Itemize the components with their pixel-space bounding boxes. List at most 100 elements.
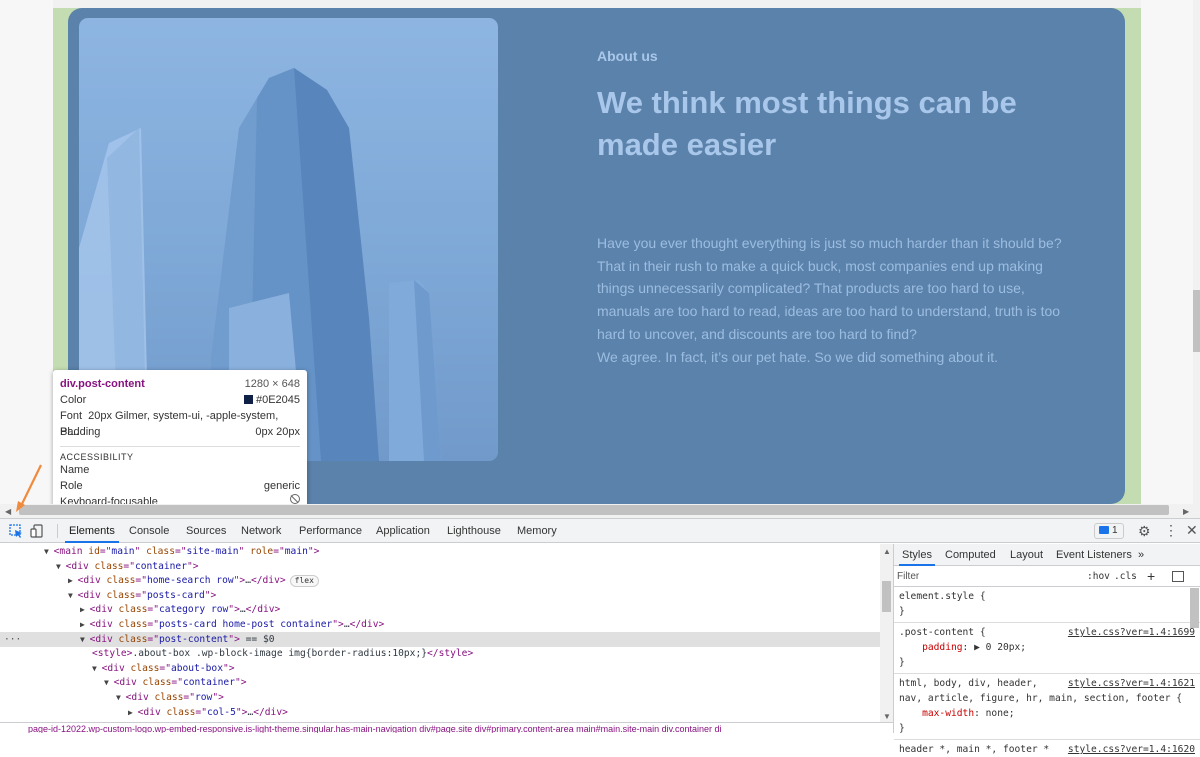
new-style-rule-icon[interactable]: + (1147, 568, 1155, 584)
node-actions-icon[interactable]: ··· (4, 632, 21, 647)
dom-node-line[interactable]: ▼ <div class="container"> (0, 559, 880, 574)
expand-triangle-icon[interactable]: ▶ (128, 708, 138, 717)
dom-token: "> (212, 692, 224, 703)
dom-token: <style> (92, 648, 133, 660)
stylesheet-link[interactable]: style.css?ver=1.4:1621 (1068, 676, 1195, 691)
tab-computed[interactable]: Computed (945, 544, 996, 566)
dom-node-line[interactable]: ▶ <div class="col-5">…</div> (0, 705, 880, 720)
annotation-arrow-icon (16, 464, 42, 512)
stylesheet-link[interactable]: style.css?ver=1.4:1620 (1068, 742, 1195, 757)
more-options-icon[interactable]: ⋮ (1164, 523, 1178, 537)
style-rule[interactable]: html, body, div, header, nav, article, fi… (899, 676, 1195, 736)
tab-event-listeners[interactable]: Event Listeners (1056, 544, 1132, 566)
styles-pane: Styles Computed Layout Event Listeners »… (893, 544, 1200, 755)
styles-scrollbar-thumb[interactable] (1190, 588, 1199, 628)
dom-node-line[interactable]: ··· ▼ <div class="post-content"> == $0 (0, 631, 880, 647)
tab-elements[interactable]: Elements (65, 519, 119, 543)
scroll-down-icon[interactable]: ▼ (883, 712, 891, 721)
inspect-element-icon[interactable] (9, 524, 23, 538)
inspect-tooltip: div.post-content 1280 × 648 Color #0E204… (53, 370, 307, 517)
expand-triangle-icon[interactable]: ▶ (80, 605, 90, 614)
toggle-sidebar-icon[interactable] (1172, 571, 1184, 582)
collapse-triangle-icon[interactable]: ▼ (80, 635, 90, 644)
device-toolbar-icon[interactable] (30, 524, 44, 538)
tab-performance[interactable]: Performance (299, 519, 362, 543)
elements-scrollbar-thumb[interactable] (882, 581, 891, 612)
tab-sources[interactable]: Sources (186, 519, 226, 543)
not-focusable-icon (290, 494, 300, 504)
tab-application[interactable]: Application (376, 519, 430, 543)
collapse-triangle-icon[interactable]: ▼ (92, 664, 102, 673)
dom-token: <div (113, 677, 143, 689)
dom-node-line[interactable]: ▼ <div class="about-box"> (0, 661, 880, 676)
collapse-triangle-icon[interactable]: ▼ (116, 693, 126, 702)
dom-node-line[interactable]: ▶ <div class="category row">…</div> (0, 602, 880, 617)
tab-styles[interactable]: Styles (899, 544, 935, 566)
hover-state-toggle[interactable]: :hov (1087, 571, 1110, 582)
elements-scrollbar[interactable] (880, 544, 893, 722)
style-rule[interactable]: element.style {} (899, 589, 1195, 619)
tooltip-role-label: Role (60, 480, 83, 492)
more-tabs-icon[interactable]: » (1138, 544, 1144, 566)
dom-node-line[interactable]: ▶ <div class="home-search row">…</div> fl… (0, 573, 880, 588)
dom-node-line[interactable]: ▼ <div class="row"> (0, 690, 880, 705)
tooltip-name-label: Name (60, 464, 90, 476)
style-rule[interactable]: header *, main *, footer * style.css?ver=… (899, 742, 1195, 757)
dom-token: post-content (158, 633, 229, 645)
dom-token: "> (228, 604, 240, 616)
close-icon[interactable]: ✕ (1186, 523, 1198, 537)
expand-triangle-icon[interactable]: ▶ (80, 620, 90, 629)
collapse-triangle-icon[interactable]: ▼ (104, 678, 114, 687)
dom-token: class (142, 677, 172, 689)
elements-dom-tree[interactable]: ▼ <main id="main" class="site-main" role… (0, 544, 880, 722)
issues-button[interactable]: 1 (1094, 523, 1124, 539)
dom-token: </div> (253, 706, 288, 718)
toolbar-divider (57, 524, 58, 538)
dom-token: <div (77, 589, 107, 601)
dom-token: "> (228, 633, 240, 645)
styles-filter-input[interactable] (897, 569, 1077, 584)
tab-console[interactable]: Console (129, 519, 169, 543)
collapse-triangle-icon[interactable]: ▼ (68, 591, 78, 600)
tab-lighthouse[interactable]: Lighthouse (447, 519, 501, 543)
dom-node-line[interactable]: <style>.about-box .wp-block-image img{bo… (0, 646, 880, 661)
dom-token: =" (135, 589, 147, 601)
class-toggle[interactable]: .cls (1114, 571, 1137, 582)
styles-tab-bar: Styles Computed Layout Event Listeners » (894, 544, 1200, 566)
dom-node-line[interactable]: ▼ <div class="container"> (0, 675, 880, 690)
dom-token: " (134, 546, 147, 557)
dom-token: category row (158, 604, 229, 616)
dom-node-line[interactable]: ▶ <div class="posts-card home-post conta… (0, 617, 880, 632)
stylesheet-link[interactable]: style.css?ver=1.4:1699 (1068, 625, 1195, 640)
dom-token: </div> (245, 604, 281, 616)
settings-gear-icon[interactable]: ⚙ (1138, 524, 1151, 538)
horizontal-scrollbar-thumb[interactable] (19, 505, 1169, 515)
dom-token: class (118, 604, 148, 616)
dom-token: "> (332, 619, 344, 630)
rule-separator (894, 673, 1200, 674)
dom-breadcrumbs[interactable]: page-id-12022.wp-custom-logo.wp-embed-re… (0, 722, 893, 733)
issues-icon (1099, 526, 1109, 534)
dom-token: =" (159, 662, 171, 674)
tab-layout[interactable]: Layout (1010, 544, 1043, 566)
flex-badge[interactable]: flex (289, 575, 319, 588)
collapse-triangle-icon[interactable]: ▼ (44, 547, 54, 556)
tooltip-role-value: generic (263, 480, 300, 492)
dom-token: =" (174, 546, 187, 557)
vertical-scrollbar-thumb[interactable] (1193, 290, 1200, 352)
tab-memory[interactable]: Memory (517, 519, 557, 543)
dom-token: "> (204, 589, 217, 601)
dom-node-line[interactable]: ▼ <main id="main" class="site-main" role… (0, 544, 880, 559)
dom-node-line[interactable]: ▼ <div class="posts-card"> (0, 588, 880, 603)
style-rule[interactable]: .post-content { padding: ▶ 0 20px;} style… (899, 625, 1195, 670)
dom-token: <div (89, 633, 119, 645)
scroll-right-icon[interactable]: ▶ (1183, 507, 1189, 516)
tab-network[interactable]: Network (241, 519, 281, 543)
dom-token: col-5 (206, 706, 236, 718)
scroll-up-icon[interactable]: ▲ (883, 547, 891, 556)
dom-token: row (194, 692, 213, 703)
scroll-left-icon[interactable]: ◀ (5, 507, 11, 516)
collapse-triangle-icon[interactable]: ▼ (56, 562, 66, 571)
expand-triangle-icon[interactable]: ▶ (68, 576, 78, 585)
dom-token: main (284, 546, 308, 557)
